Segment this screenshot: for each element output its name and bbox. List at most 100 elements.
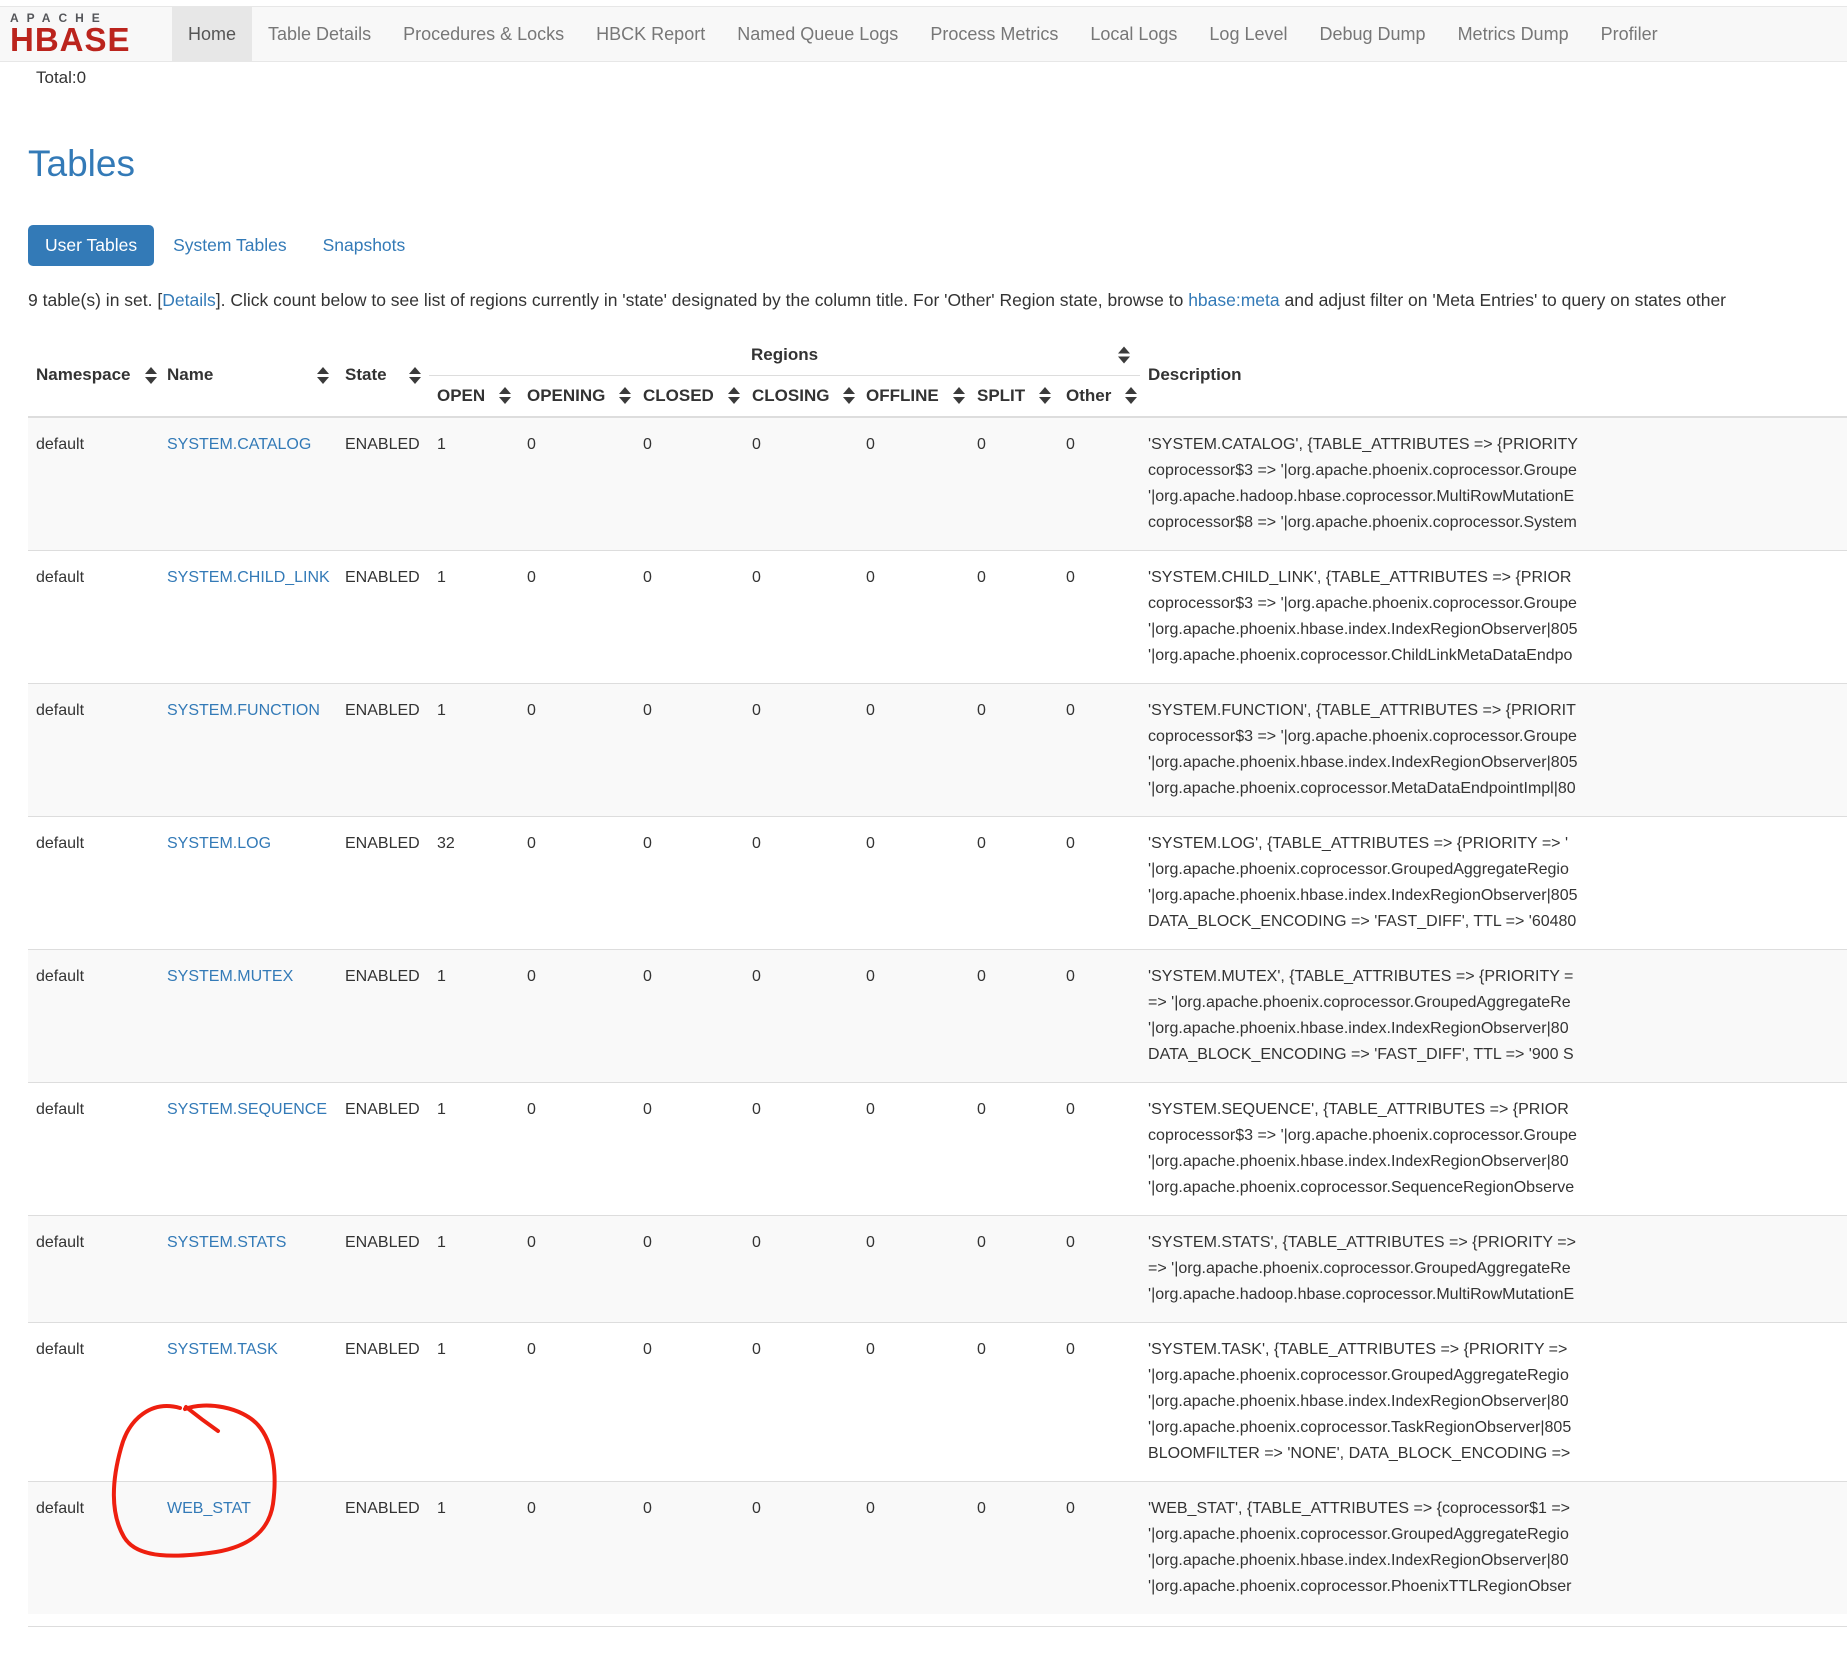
- region-count-offline[interactable]: 0: [858, 417, 969, 551]
- region-count-opening[interactable]: 0: [519, 1215, 635, 1322]
- region-count-other[interactable]: 0: [1058, 816, 1140, 949]
- region-count-closing[interactable]: 0: [744, 949, 858, 1082]
- table-name-link[interactable]: SYSTEM.CHILD_LINK: [167, 569, 330, 586]
- region-count-opening[interactable]: 0: [519, 1082, 635, 1215]
- region-count-closed[interactable]: 0: [635, 949, 744, 1082]
- nav-item-local-logs[interactable]: Local Logs: [1074, 7, 1193, 61]
- region-count-closed[interactable]: 0: [635, 1322, 744, 1481]
- region-count-offline[interactable]: 0: [858, 1215, 969, 1322]
- tab-system-tables[interactable]: System Tables: [156, 225, 303, 266]
- region-count-offline[interactable]: 0: [858, 1481, 969, 1614]
- sort-icon[interactable]: [1118, 346, 1130, 363]
- region-count-closed[interactable]: 0: [635, 1481, 744, 1614]
- sort-icon[interactable]: [409, 367, 421, 384]
- sort-icon[interactable]: [1125, 387, 1137, 404]
- region-count-other[interactable]: 0: [1058, 949, 1140, 1082]
- region-count-opening[interactable]: 0: [519, 816, 635, 949]
- region-count-opening[interactable]: 0: [519, 1322, 635, 1481]
- sort-icon[interactable]: [953, 387, 965, 404]
- sort-icon[interactable]: [1039, 387, 1051, 404]
- nav-item-named-queue-logs[interactable]: Named Queue Logs: [721, 7, 914, 61]
- table-name-link[interactable]: SYSTEM.STATS: [167, 1234, 286, 1251]
- region-count-closed[interactable]: 0: [635, 816, 744, 949]
- table-name-link[interactable]: SYSTEM.FUNCTION: [167, 702, 320, 719]
- nav-item-process-metrics[interactable]: Process Metrics: [914, 7, 1074, 61]
- tab-snapshots[interactable]: Snapshots: [306, 225, 423, 266]
- region-count-other[interactable]: 0: [1058, 683, 1140, 816]
- region-count-offline[interactable]: 0: [858, 683, 969, 816]
- region-count-closing[interactable]: 0: [744, 1082, 858, 1215]
- region-count-closing[interactable]: 0: [744, 550, 858, 683]
- nav-item-metrics-dump[interactable]: Metrics Dump: [1442, 7, 1585, 61]
- region-count-closing[interactable]: 0: [744, 417, 858, 551]
- region-count-closed[interactable]: 0: [635, 1082, 744, 1215]
- region-count-closing[interactable]: 0: [744, 1322, 858, 1481]
- region-count-opening[interactable]: 0: [519, 550, 635, 683]
- region-count-open[interactable]: 1: [429, 683, 519, 816]
- region-count-split[interactable]: 0: [969, 1481, 1058, 1614]
- region-count-split[interactable]: 0: [969, 417, 1058, 551]
- region-count-opening[interactable]: 0: [519, 683, 635, 816]
- table-name-link[interactable]: SYSTEM.SEQUENCE: [167, 1101, 327, 1118]
- region-count-offline[interactable]: 0: [858, 949, 969, 1082]
- region-count-open[interactable]: 1: [429, 1082, 519, 1215]
- region-count-split[interactable]: 0: [969, 683, 1058, 816]
- region-count-other[interactable]: 0: [1058, 1322, 1140, 1481]
- table-name-link[interactable]: SYSTEM.TASK: [167, 1341, 278, 1358]
- details-link[interactable]: Details: [162, 290, 216, 310]
- region-count-open[interactable]: 1: [429, 1215, 519, 1322]
- region-count-other[interactable]: 0: [1058, 417, 1140, 551]
- sort-icon[interactable]: [145, 367, 157, 384]
- nav-item-home[interactable]: Home: [172, 7, 252, 61]
- region-count-closed[interactable]: 0: [635, 1215, 744, 1322]
- region-count-closing[interactable]: 0: [744, 1215, 858, 1322]
- region-count-opening[interactable]: 0: [519, 949, 635, 1082]
- sort-icon[interactable]: [619, 387, 631, 404]
- nav-item-debug-dump[interactable]: Debug Dump: [1304, 7, 1442, 61]
- region-count-closed[interactable]: 0: [635, 683, 744, 816]
- region-count-offline[interactable]: 0: [858, 816, 969, 949]
- sort-icon[interactable]: [317, 367, 329, 384]
- region-count-other[interactable]: 0: [1058, 550, 1140, 683]
- region-count-split[interactable]: 0: [969, 816, 1058, 949]
- region-count-offline[interactable]: 0: [858, 1322, 969, 1481]
- table-name-link[interactable]: WEB_STAT: [167, 1500, 251, 1517]
- sort-icon[interactable]: [499, 387, 511, 404]
- tab-user-tables[interactable]: User Tables: [28, 225, 154, 266]
- nav-item-log-level[interactable]: Log Level: [1193, 7, 1303, 61]
- region-count-split[interactable]: 0: [969, 1322, 1058, 1481]
- region-count-other[interactable]: 0: [1058, 1215, 1140, 1322]
- region-count-opening[interactable]: 0: [519, 417, 635, 551]
- region-count-opening[interactable]: 0: [519, 1481, 635, 1614]
- region-count-split[interactable]: 0: [969, 550, 1058, 683]
- region-count-open[interactable]: 1: [429, 417, 519, 551]
- region-count-split[interactable]: 0: [969, 949, 1058, 1082]
- region-count-offline[interactable]: 0: [858, 550, 969, 683]
- region-count-other[interactable]: 0: [1058, 1481, 1140, 1614]
- region-count-open[interactable]: 1: [429, 550, 519, 683]
- hbase-logo[interactable]: APACHE HBASE: [0, 7, 172, 61]
- region-count-split[interactable]: 0: [969, 1215, 1058, 1322]
- sort-icon[interactable]: [728, 387, 740, 404]
- region-count-closed[interactable]: 0: [635, 417, 744, 551]
- nav-item-table-details[interactable]: Table Details: [252, 7, 387, 61]
- region-count-open[interactable]: 1: [429, 949, 519, 1082]
- region-count-open[interactable]: 1: [429, 1481, 519, 1614]
- nav-item-hbck-report[interactable]: HBCK Report: [580, 7, 721, 61]
- region-count-closing[interactable]: 0: [744, 1481, 858, 1614]
- table-name-link[interactable]: SYSTEM.CATALOG: [167, 436, 311, 453]
- region-count-offline[interactable]: 0: [858, 1082, 969, 1215]
- region-count-other[interactable]: 0: [1058, 1082, 1140, 1215]
- sort-icon[interactable]: [843, 387, 855, 404]
- region-count-split[interactable]: 0: [969, 1082, 1058, 1215]
- region-count-closing[interactable]: 0: [744, 816, 858, 949]
- table-name-link[interactable]: SYSTEM.MUTEX: [167, 968, 293, 985]
- region-count-closing[interactable]: 0: [744, 683, 858, 816]
- nav-item-procedures-locks[interactable]: Procedures & Locks: [387, 7, 580, 61]
- region-count-open[interactable]: 32: [429, 816, 519, 949]
- table-name-link[interactable]: SYSTEM.LOG: [167, 835, 271, 852]
- region-count-open[interactable]: 1: [429, 1322, 519, 1481]
- region-count-closed[interactable]: 0: [635, 550, 744, 683]
- nav-item-profiler[interactable]: Profiler: [1585, 7, 1674, 61]
- hbase-meta-link[interactable]: hbase:meta: [1188, 290, 1279, 310]
